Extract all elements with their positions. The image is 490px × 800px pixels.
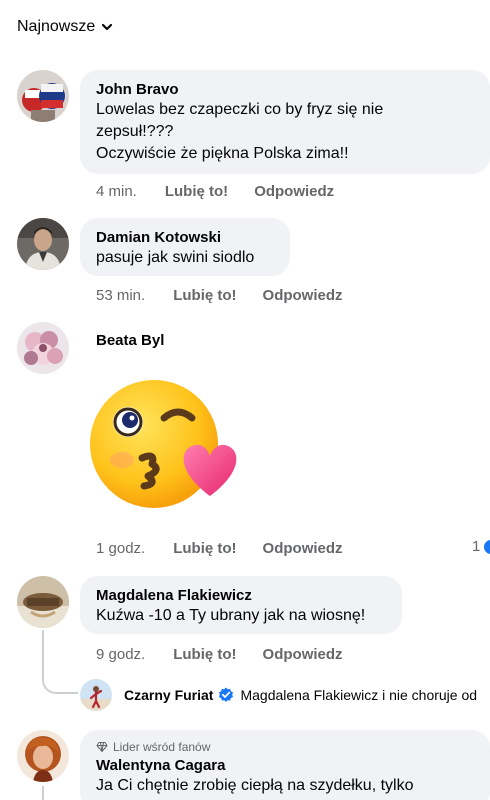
like-button[interactable]: Lubię to!	[165, 183, 228, 200]
avatar[interactable]	[17, 322, 69, 374]
comment-bubble: Magdalena Flakiewicz Kuźwa -10 a Ty ubra…	[80, 576, 402, 634]
reaction-count-value: 1	[472, 538, 481, 555]
comment-actions: 9 godz. Lubię to! Odpowiedz	[96, 646, 343, 663]
like-reaction-icon	[484, 539, 490, 554]
comment-author[interactable]: Beata Byl	[96, 332, 164, 349]
comment-time[interactable]: 53 min.	[96, 287, 145, 304]
chevron-down-icon	[102, 23, 113, 31]
comment-author[interactable]: Damian Kotowski	[96, 228, 274, 247]
thread-connector	[42, 630, 78, 694]
avatar[interactable]	[17, 730, 69, 782]
fan-badge: Lider wśród fanów	[96, 740, 474, 754]
avatar[interactable]	[17, 70, 69, 122]
reply-button[interactable]: Odpowiedz	[263, 540, 343, 557]
comment-actions: 1 godz. Lubię to! Odpowiedz	[96, 540, 343, 557]
comment-author[interactable]: Magdalena Flakiewicz	[96, 586, 386, 605]
comment-author[interactable]: John Bravo	[96, 80, 474, 99]
reply-snippet: Magdalena Flakiewicz i nie choruje od	[240, 687, 478, 703]
diamond-icon	[96, 742, 108, 752]
comment-text: Kuźwa -10 a Ty ubrany jak na wiosnę!	[96, 607, 366, 624]
reply-button[interactable]: Odpowiedz	[263, 287, 343, 304]
like-button[interactable]: Lubię to!	[173, 646, 236, 663]
comment-text: pasuje jak swini siodlo	[96, 249, 255, 266]
comment-time[interactable]: 9 godz.	[96, 646, 145, 663]
like-button[interactable]: Lubię to!	[173, 287, 236, 304]
sort-label: Najnowsze	[17, 18, 96, 35]
reply-button[interactable]: Odpowiedz	[263, 646, 343, 663]
sort-dropdown[interactable]: Najnowsze	[17, 18, 113, 36]
reaction-count[interactable]: 1	[472, 538, 490, 555]
comment-bubble: Lider wśród fanów Walentyna Cagara Ja Ci…	[80, 730, 490, 800]
comment-text: Ja Ci chętnie zrobię ciepłą na szydełku,…	[96, 777, 414, 794]
avatar[interactable]	[17, 576, 69, 628]
reply-preview[interactable]: Czarny Furiat Magdalena Flakiewicz i nie…	[124, 687, 490, 703]
comment-actions: 4 min. Lubię to! Odpowiedz	[96, 183, 334, 200]
reply-author[interactable]: Czarny Furiat	[124, 687, 213, 703]
fan-badge-label: Lider wśród fanów	[113, 740, 211, 754]
reply-button[interactable]: Odpowiedz	[254, 183, 334, 200]
comment-time[interactable]: 1 godz.	[96, 540, 145, 557]
like-button[interactable]: Lubię to!	[173, 540, 236, 557]
reply-avatar[interactable]	[80, 679, 112, 711]
comment-time[interactable]: 4 min.	[96, 183, 137, 200]
comment-actions: 53 min. Lubię to! Odpowiedz	[96, 287, 343, 304]
avatar[interactable]	[17, 218, 69, 270]
comment-author[interactable]: Walentyna Cagara	[96, 756, 474, 775]
comment-text: Lowelas bez czapeczki co by fryz się nie…	[96, 101, 384, 162]
blowing-kiss-emoji-sticker	[90, 380, 237, 508]
thread-connector	[42, 786, 44, 800]
comment-bubble: John Bravo Lowelas bez czapeczki co by f…	[80, 70, 490, 174]
comment-bubble: Damian Kotowski pasuje jak swini siodlo	[80, 218, 290, 276]
verified-badge-icon	[219, 687, 234, 702]
